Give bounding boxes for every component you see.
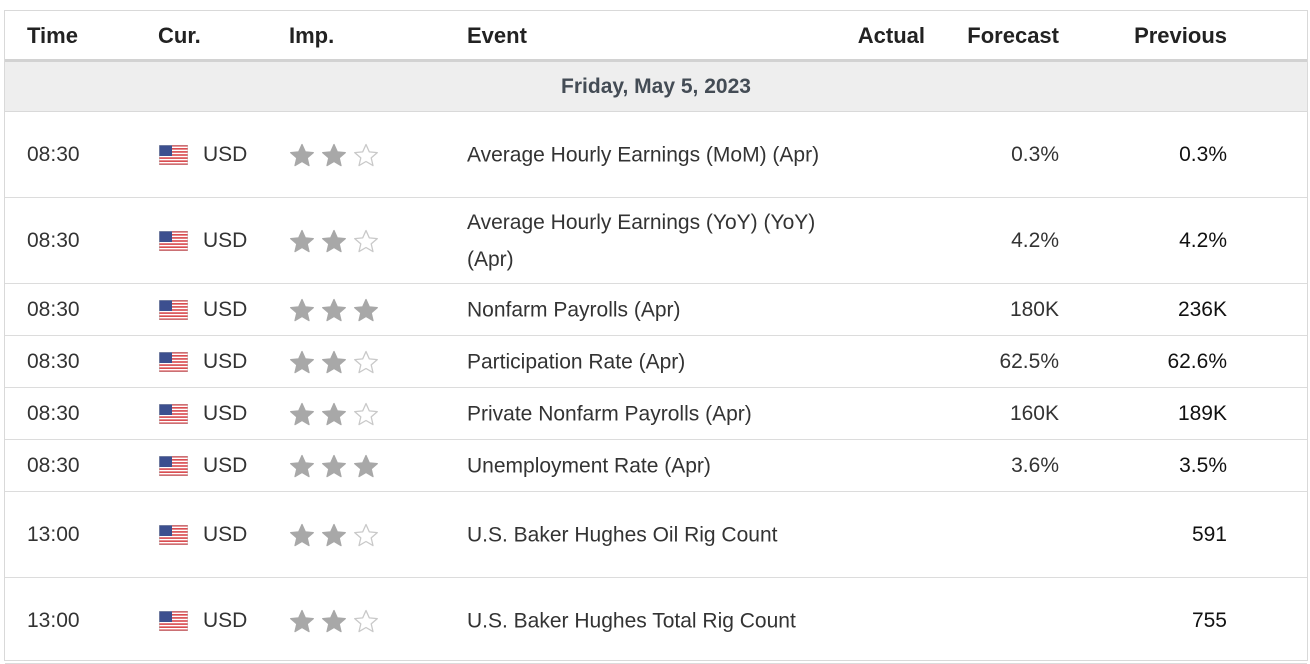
event-name[interactable]: Private Nonfarm Payrolls (Apr) xyxy=(467,395,827,432)
column-header-currency[interactable]: Cur. xyxy=(158,23,201,49)
column-header-actual[interactable]: Actual xyxy=(858,23,925,49)
star-filled-icon xyxy=(320,298,348,322)
us-flag-icon xyxy=(159,403,188,424)
event-name[interactable]: Participation Rate (Apr) xyxy=(467,343,827,380)
column-header-importance[interactable]: Imp. xyxy=(289,23,334,49)
event-forecast: 0.3% xyxy=(1011,142,1059,166)
star-filled-icon xyxy=(288,143,316,167)
importance-stars xyxy=(288,523,380,547)
event-name[interactable]: Average Hourly Earnings (MoM) (Apr) xyxy=(467,136,827,173)
event-forecast: 160K xyxy=(1009,401,1059,425)
event-time: 08:30 xyxy=(27,453,80,477)
star-empty-icon xyxy=(352,609,380,633)
event-name[interactable]: U.S. Baker Hughes Oil Rig Count xyxy=(467,516,827,553)
table-row[interactable]: 08:30 USD Participation Rate (Apr) 62.5% 62… xyxy=(5,336,1307,388)
event-name[interactable]: Nonfarm Payrolls (Apr) xyxy=(467,291,827,328)
event-forecast: 4.2% xyxy=(1011,228,1059,252)
date-header: Friday, May 5, 2023 xyxy=(5,62,1307,112)
column-header-time[interactable]: Time xyxy=(27,23,78,49)
event-currency: USD xyxy=(203,608,248,632)
star-filled-icon xyxy=(288,298,316,322)
importance-stars xyxy=(288,350,380,374)
event-forecast: 62.5% xyxy=(999,349,1059,373)
event-name[interactable]: Average Hourly Earnings (YoY) (YoY) (Apr… xyxy=(467,204,827,278)
table-row[interactable]: 08:30 USD Private Nonfarm Payrolls (Apr) 1… xyxy=(5,388,1307,440)
event-time: 08:30 xyxy=(27,228,80,252)
importance-stars xyxy=(288,402,380,426)
star-filled-icon xyxy=(288,609,316,633)
event-previous: 236K xyxy=(1177,297,1227,321)
event-time: 08:30 xyxy=(27,142,80,166)
us-flag-icon xyxy=(159,524,188,545)
star-filled-icon xyxy=(320,609,348,633)
us-flag-icon xyxy=(159,455,188,476)
star-filled-icon xyxy=(320,523,348,547)
event-currency: USD xyxy=(203,401,248,425)
importance-stars xyxy=(288,454,380,478)
event-name[interactable]: Unemployment Rate (Apr) xyxy=(467,447,827,484)
event-currency: USD xyxy=(203,453,248,477)
star-empty-icon xyxy=(352,523,380,547)
event-previous: 189K xyxy=(1177,401,1227,425)
event-forecast: 3.6% xyxy=(1011,453,1059,477)
event-previous: 4.2% xyxy=(1179,228,1227,252)
event-forecast: 180K xyxy=(1009,297,1059,321)
event-time: 08:30 xyxy=(27,297,80,321)
event-currency: USD xyxy=(203,297,248,321)
table-row[interactable]: 08:30 USD Nonfarm Payrolls (Apr) 180K 236K xyxy=(5,284,1307,336)
us-flag-icon xyxy=(159,351,188,372)
us-flag-icon xyxy=(159,610,188,631)
star-filled-icon xyxy=(288,454,316,478)
star-filled-icon xyxy=(320,350,348,374)
event-currency: USD xyxy=(203,349,248,373)
economic-calendar-table: Time Cur. Imp. Event Actual Forecast Pre… xyxy=(4,10,1308,664)
table-row[interactable]: 13:00 USD U.S. Baker Hughes Total Rig Cou… xyxy=(5,578,1307,664)
event-currency: USD xyxy=(203,522,248,546)
event-currency: USD xyxy=(203,142,248,166)
event-time: 13:00 xyxy=(27,608,80,632)
star-filled-icon xyxy=(320,402,348,426)
star-empty-icon xyxy=(352,143,380,167)
importance-stars xyxy=(288,229,380,253)
event-currency: USD xyxy=(203,228,248,252)
star-filled-icon xyxy=(320,229,348,253)
star-filled-icon xyxy=(352,454,380,478)
column-header-forecast[interactable]: Forecast xyxy=(967,23,1059,49)
table-header: Time Cur. Imp. Event Actual Forecast Pre… xyxy=(5,11,1307,62)
us-flag-icon xyxy=(159,144,188,165)
star-empty-icon xyxy=(352,229,380,253)
table-row[interactable]: 08:30 USD Average Hourly Earnings (MoM) (… xyxy=(5,112,1307,198)
table-row[interactable]: 08:30 USD Average Hourly Earnings (YoY) (… xyxy=(5,198,1307,284)
event-time: 08:30 xyxy=(27,401,80,425)
event-previous: 591 xyxy=(1191,522,1227,546)
event-name[interactable]: U.S. Baker Hughes Total Rig Count xyxy=(467,602,827,639)
star-empty-icon xyxy=(352,402,380,426)
event-time: 13:00 xyxy=(27,522,80,546)
event-previous: 755 xyxy=(1191,608,1227,632)
event-previous: 0.3% xyxy=(1179,142,1227,166)
star-filled-icon xyxy=(288,350,316,374)
importance-stars xyxy=(288,609,380,633)
column-header-event[interactable]: Event xyxy=(467,23,527,49)
table-row[interactable]: 13:00 USD U.S. Baker Hughes Oil Rig Count… xyxy=(5,492,1307,578)
event-previous: 62.6% xyxy=(1167,349,1227,373)
us-flag-icon xyxy=(159,299,188,320)
star-filled-icon xyxy=(320,454,348,478)
star-filled-icon xyxy=(288,229,316,253)
importance-stars xyxy=(288,298,380,322)
star-empty-icon xyxy=(352,350,380,374)
us-flag-icon xyxy=(159,230,188,251)
event-previous: 3.5% xyxy=(1179,453,1227,477)
column-header-previous[interactable]: Previous xyxy=(1134,23,1227,49)
star-filled-icon xyxy=(288,402,316,426)
table-row[interactable]: 08:30 USD Unemployment Rate (Apr) 3.6% 3.5% xyxy=(5,440,1307,492)
event-time: 08:30 xyxy=(27,349,80,373)
star-filled-icon xyxy=(288,523,316,547)
star-filled-icon xyxy=(352,298,380,322)
star-filled-icon xyxy=(320,143,348,167)
importance-stars xyxy=(288,143,380,167)
